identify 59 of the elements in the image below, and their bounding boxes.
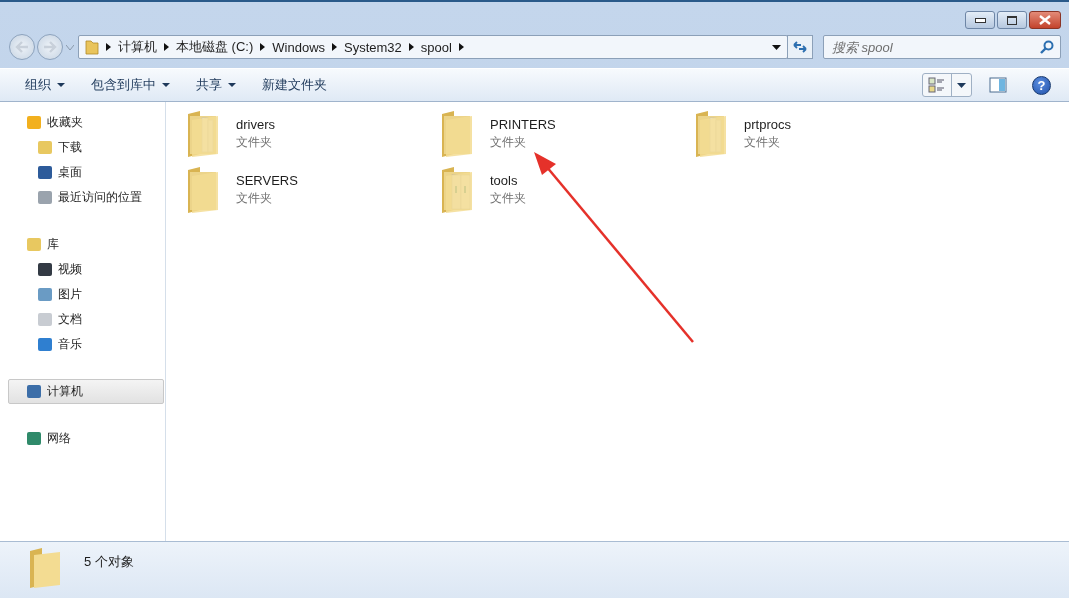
nav-item[interactable]: 视频	[8, 257, 165, 282]
folder-item[interactable]: drivers 文件夹	[186, 110, 440, 158]
pane-icon	[989, 77, 1007, 93]
folder-name: tools	[490, 173, 519, 188]
folder-item[interactable]: PRINTERS 文件夹	[440, 110, 694, 158]
folder-name: PRINTERS	[490, 117, 556, 132]
chevron-icon[interactable]	[408, 43, 414, 51]
toolbar-button[interactable]: 包含到库中	[82, 72, 179, 98]
chevron-icon[interactable]	[260, 43, 266, 51]
nav-item[interactable]: 音乐	[8, 332, 165, 357]
address-bar[interactable]: 计算机 本地磁盘 (C:) Windows System32 spool	[78, 35, 788, 59]
maximize-button[interactable]	[997, 11, 1027, 29]
nav-item[interactable]: 计算机	[8, 379, 164, 404]
folder-type: 文件夹	[490, 134, 527, 151]
folder-item[interactable]: tools 文件夹	[440, 166, 694, 214]
refresh-button[interactable]	[787, 35, 813, 59]
nav-item[interactable]: 图片	[8, 282, 165, 307]
breadcrumb-item[interactable]: spool	[420, 39, 452, 55]
toolbar-button[interactable]: 新建文件夹	[253, 72, 336, 98]
chevron-icon[interactable]	[458, 43, 464, 51]
close-icon	[1039, 15, 1051, 25]
folder-name: drivers	[236, 117, 275, 132]
help-button[interactable]: ?	[1032, 75, 1051, 95]
close-button[interactable]	[1029, 11, 1061, 29]
back-arrow-icon	[15, 41, 29, 53]
folder-item[interactable]: prtprocs 文件夹	[694, 110, 948, 158]
minimize-button[interactable]	[965, 11, 995, 29]
folder-item[interactable]: SERVERS 文件夹	[186, 166, 440, 214]
caret-icon	[957, 82, 966, 88]
folder-name: prtprocs	[744, 117, 791, 132]
folder-type: 文件夹	[236, 134, 273, 151]
folder-type: 文件夹	[490, 190, 526, 207]
item-count: 5 个对象	[84, 553, 134, 571]
folder-type: 文件夹	[236, 190, 273, 207]
toolbar-button[interactable]: 组织	[16, 72, 74, 98]
breadcrumb-item[interactable]: 本地磁盘 (C:)	[176, 38, 254, 56]
nav-item[interactable]: 收藏夹	[8, 110, 165, 135]
nav-item[interactable]: 下载	[8, 135, 165, 160]
forward-arrow-icon	[43, 41, 57, 53]
nav-item[interactable]: 桌面	[8, 160, 165, 185]
search-field[interactable]: 搜索 spool	[823, 35, 1061, 59]
toolbar-button[interactable]: 共享	[187, 72, 245, 98]
folder-type: 文件夹	[744, 134, 781, 151]
nav-item[interactable]: 库	[8, 232, 165, 257]
chevron-icon[interactable]	[164, 43, 169, 51]
folder-name: SERVERS	[236, 173, 298, 188]
nav-item[interactable]: 最近访问的位置	[8, 185, 165, 210]
breadcrumb-item[interactable]: Windows	[272, 39, 326, 55]
breadcrumb-item[interactable]: 计算机	[118, 38, 157, 56]
breadcrumb-item[interactable]: System32	[344, 39, 402, 55]
view-list-icon	[928, 77, 946, 93]
nav-item[interactable]: 网络	[8, 426, 165, 451]
search-icon	[1040, 40, 1054, 54]
chevron-icon[interactable]	[106, 43, 111, 51]
refresh-arrows-icon	[792, 40, 808, 54]
dropdown-caret-icon[interactable]	[772, 44, 781, 50]
view-options-button[interactable]	[922, 73, 972, 97]
chevron-icon[interactable]	[332, 43, 338, 51]
nav-item[interactable]: 文档	[8, 307, 165, 332]
